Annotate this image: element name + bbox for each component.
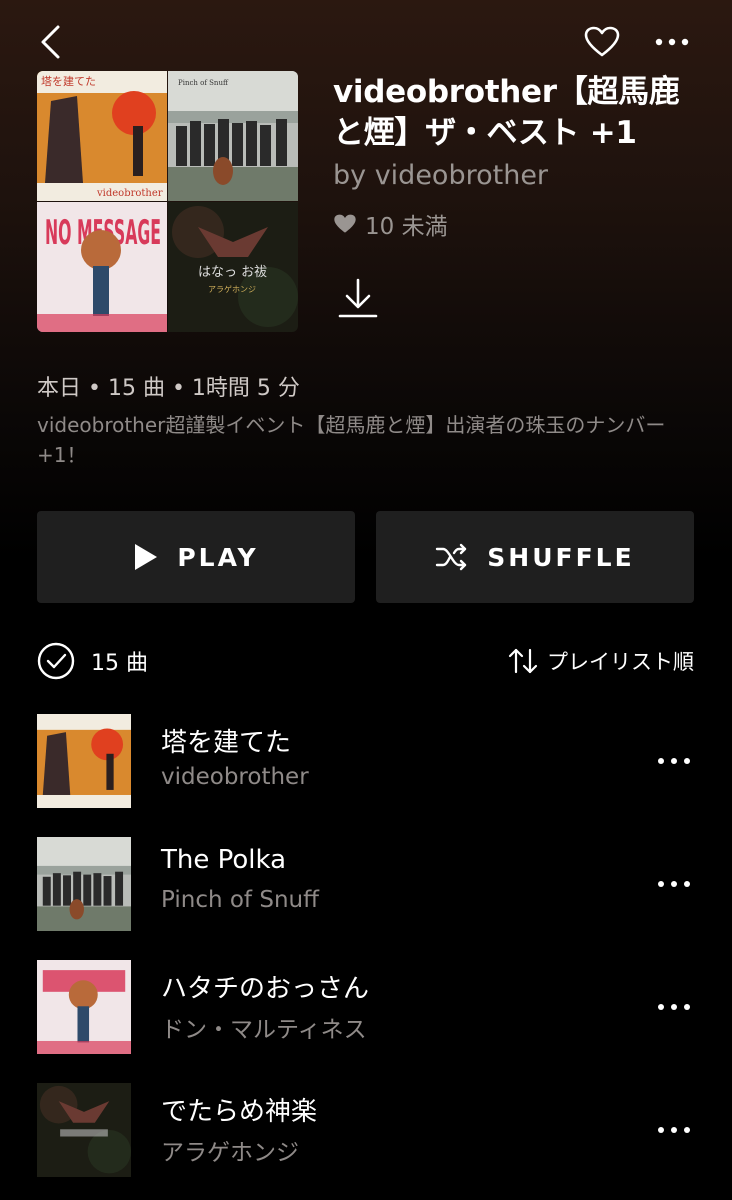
cover-kagura-art: はなっ お祓 <box>198 265 267 280</box>
cover-tile-no-message: NO MESSAGE <box>37 202 167 332</box>
more-horizontal-icon <box>658 1004 690 1010</box>
cover-kagura-artist: アラゲホンジ <box>208 284 256 294</box>
cover-polka-label: Pinch of Snuff <box>178 79 229 87</box>
likes-count: 10 未満 <box>333 207 448 241</box>
more-horizontal-icon <box>658 881 690 887</box>
cover-tower-title: 塔を建てた <box>41 74 96 88</box>
cover-tile-kagura: はなっ お祓 アラゲホンジ <box>168 202 298 332</box>
track-more-button[interactable] <box>652 867 696 901</box>
track-artwork <box>37 960 131 1054</box>
track-artwork <box>37 837 131 931</box>
heart-outline-icon <box>584 26 620 57</box>
track-row[interactable]: The Polka Pinch of Snuff <box>0 837 732 947</box>
shuffle-label: SHUFFLE <box>487 542 635 572</box>
track-title: でたらめ神楽 <box>161 1097 318 1127</box>
more-horizontal-icon <box>658 1127 690 1133</box>
track-title: The Polka <box>161 845 287 875</box>
sort-button[interactable]: プレイリスト順 <box>507 646 694 676</box>
playlist-title: videobrother【超馬鹿と煙】ザ・ベスト +1 <box>333 74 680 151</box>
track-count: 15 曲 <box>91 651 148 676</box>
track-artist: Pinch of Snuff <box>161 887 319 913</box>
track-artist: アラゲホンジ <box>161 1140 299 1166</box>
shuffle-button[interactable]: SHUFFLE <box>376 511 694 603</box>
track-more-button[interactable] <box>652 744 696 778</box>
track-artwork <box>37 1083 131 1177</box>
track-row[interactable]: 塔を建てた videobrother <box>0 714 732 824</box>
play-label: PLAY <box>177 542 259 572</box>
sort-arrows-icon <box>508 648 538 674</box>
playlist-meta: 本日 • 15 曲 • 1時間 5 分 <box>37 376 300 401</box>
track-more-button[interactable] <box>652 1113 696 1147</box>
heart-filled-icon <box>334 214 356 233</box>
playlist-cover-art: 塔を建てた videobrother Pinch of Snuff NO MES… <box>37 71 298 332</box>
likes-label: 10 未満 <box>365 214 448 240</box>
track-artist: videobrother <box>161 764 309 790</box>
chevron-left-icon <box>41 25 60 59</box>
track-row[interactable]: でたらめ神楽 アラゲホンジ <box>0 1083 732 1193</box>
more-horizontal-icon <box>655 38 689 46</box>
cover-tower-artist: videobrother <box>96 188 163 199</box>
track-count-row[interactable]: 15 曲 <box>37 642 148 680</box>
play-button[interactable]: PLAY <box>37 511 355 603</box>
track-more-button[interactable] <box>652 990 696 1024</box>
track-artist: ドン・マルティネス <box>161 1017 367 1043</box>
favorite-button[interactable] <box>578 22 626 62</box>
track-title: 塔を建てた <box>161 728 292 758</box>
more-options-button[interactable] <box>648 22 696 62</box>
more-horizontal-icon <box>658 758 690 764</box>
select-check-icon <box>37 642 75 680</box>
playlist-owner[interactable]: by videobrother <box>333 160 548 191</box>
download-button[interactable] <box>336 276 380 320</box>
play-icon <box>135 544 158 570</box>
track-title: ハタチのおっさん <box>161 974 370 1004</box>
cover-tile-band: Pinch of Snuff <box>168 71 298 201</box>
back-button[interactable] <box>28 22 72 62</box>
cover-tile-tower: 塔を建てた videobrother <box>37 71 167 201</box>
track-artwork <box>37 714 131 808</box>
download-icon <box>338 278 378 318</box>
track-row[interactable]: ハタチのおっさん ドン・マルティネス <box>0 960 732 1070</box>
shuffle-icon <box>436 543 467 571</box>
sort-label: プレイリスト順 <box>547 650 694 674</box>
playlist-description: videobrother超謹製イベント【超馬鹿と煙】出演者の珠玉のナンバー+1！ <box>37 413 666 467</box>
